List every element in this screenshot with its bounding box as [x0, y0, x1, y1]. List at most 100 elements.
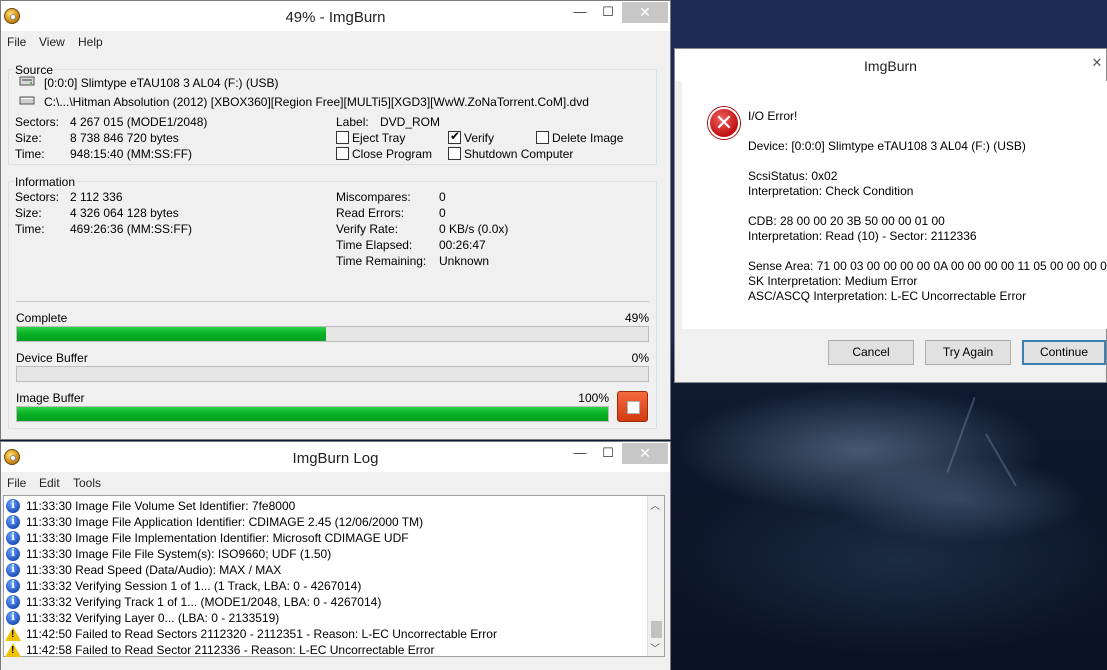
background-detail	[985, 433, 1017, 487]
shutdown-computer-label[interactable]: Shutdown Computer	[464, 147, 573, 161]
delete-image-label[interactable]: Delete Image	[552, 131, 623, 145]
read-errors-value: 0	[439, 206, 446, 220]
log-menu-edit[interactable]: Edit	[39, 476, 60, 490]
menu-file[interactable]: File	[7, 35, 26, 49]
dialog-title: ImgBurn	[864, 58, 917, 74]
close-program-label[interactable]: Close Program	[352, 147, 432, 161]
close-icon[interactable]: ✕	[1087, 53, 1107, 74]
verify-checkbox[interactable]	[448, 129, 461, 144]
device-buffer-percent: 0%	[631, 351, 649, 365]
complete-progress-fill	[17, 327, 327, 341]
close-icon[interactable]: ✕	[622, 2, 668, 23]
device-buffer-label: Device Buffer	[16, 351, 88, 365]
log-titlebar[interactable]: ImgBurn Log — ☐ ✕	[1, 442, 670, 472]
cancel-button[interactable]: Cancel	[828, 340, 914, 365]
log-entry[interactable]: i 11:33:30 Read Speed (Data/Audio): MAX /…	[4, 562, 644, 578]
dialog-titlebar[interactable]: ImgBurn ✕	[675, 49, 1106, 81]
log-entry-text: 11:42:58 Failed to Read Sector 2112336 -…	[26, 643, 435, 657]
image-buffer-bar	[16, 406, 609, 422]
dialog-heading: I/O Error!	[748, 109, 798, 123]
source-size-label: Size:	[15, 131, 42, 145]
info-size-label: Size:	[15, 206, 42, 220]
source-time-value: 948:15:40 (MM:SS:FF)	[70, 147, 193, 161]
log-entry[interactable]: i 11:33:30 Image File Implementation Iden…	[4, 530, 644, 546]
complete-percent: 49%	[624, 311, 649, 325]
dialog-device: Device: [0:0:0] Slimtype eTAU108 3 AL04 …	[748, 139, 1026, 153]
info-time-label: Time:	[15, 222, 45, 236]
menu-help[interactable]: Help	[78, 35, 103, 49]
log-entry[interactable]: i 11:33:32 Verifying Session 1 of 1... (1…	[4, 578, 644, 594]
log-entry[interactable]: i 11:33:30 Image File File System(s): ISO…	[4, 546, 644, 562]
log-entry-text: 11:42:50 Failed to Read Sectors 2112320 …	[26, 627, 497, 641]
source-size-value: 8 738 846 720 bytes	[70, 131, 179, 145]
continue-button[interactable]: Continue	[1022, 340, 1106, 365]
information-group: Information Sectors: 2 112 336 Size: 4 3…	[8, 175, 657, 429]
log-entry[interactable]: i 11:33:32 Verifying Layer 0... (LBA: 0 -…	[4, 610, 644, 626]
log-entry[interactable]: i 11:33:30 Image File Volume Set Identifi…	[4, 498, 644, 514]
log-entry[interactable]: ! 11:42:58 Failed to Read Sector 2112336 …	[4, 642, 644, 658]
close-program-checkbox[interactable]	[336, 147, 349, 160]
delete-image-checkbox[interactable]	[536, 131, 549, 144]
dialog-interpretation-2: Interpretation: Read (10) - Sector: 2112…	[748, 229, 977, 243]
log-client-area: i 11:33:30 Image File Volume Set Identifi…	[1, 494, 670, 670]
scroll-thumb[interactable]	[651, 621, 662, 638]
dialog-asc-interpretation: ASC/ASCQ Interpretation: L-EC Uncorrecta…	[748, 289, 1027, 303]
info-sectors-label: Sectors:	[15, 190, 60, 204]
shutdown-computer-checkbox[interactable]	[448, 147, 461, 160]
maximize-icon[interactable]: ☐	[594, 2, 622, 23]
source-group: Source [0:0:0] Slimtype eTAU108 3 AL04 (…	[8, 63, 657, 165]
info-icon: i	[6, 611, 20, 625]
eject-tray-label[interactable]: Eject Tray	[352, 131, 405, 145]
stop-button[interactable]	[617, 391, 648, 422]
image-buffer-fill	[17, 407, 608, 421]
device-buffer-bar	[16, 366, 649, 382]
image-buffer-percent: 100%	[578, 391, 609, 405]
info-icon: i	[6, 579, 20, 593]
info-size-value: 4 326 064 128 bytes	[70, 206, 179, 220]
scroll-up-icon[interactable]: ︿	[650, 497, 660, 512]
info-time-value: 469:26:36 (MM:SS:FF)	[70, 222, 193, 236]
log-entry-text: 11:33:32 Verifying Track 1 of 1... (MODE…	[26, 595, 382, 609]
log-entry[interactable]: i 11:33:32 Verifying Track 1 of 1... (MOD…	[4, 594, 644, 610]
log-menu-tools[interactable]: Tools	[73, 476, 101, 490]
scroll-down-icon[interactable]: ﹀	[650, 640, 660, 655]
dialog-message-area: ✕ I/O Error! Device: [0:0:0] Slimtype eT…	[682, 81, 1107, 329]
info-icon: i	[6, 515, 20, 529]
information-legend: Information	[14, 175, 77, 189]
info-icon: i	[6, 595, 20, 609]
log-menu-file[interactable]: File	[7, 476, 26, 490]
log-entry-text: 11:33:32 Verifying Layer 0... (LBA: 0 - …	[26, 611, 280, 625]
log-list[interactable]: i 11:33:30 Image File Volume Set Identifi…	[3, 495, 665, 657]
dialog-interpretation-1: Interpretation: Check Condition	[748, 184, 914, 198]
complete-label: Complete	[16, 311, 68, 325]
warning-icon: !	[5, 627, 21, 641]
close-icon[interactable]: ✕	[622, 443, 668, 464]
dialog-sense-area: Sense Area: 71 00 03 00 00 00 00 0A 00 0…	[748, 259, 1107, 273]
time-elapsed-value: 00:26:47	[439, 238, 486, 252]
maximize-icon[interactable]: ☐	[594, 443, 622, 464]
info-sectors-value: 2 112 336	[70, 190, 123, 204]
main-titlebar[interactable]: 49% - ImgBurn — ☐ ✕	[1, 1, 670, 31]
menu-view[interactable]: View	[39, 35, 65, 49]
dialog-sk-interpretation: SK Interpretation: Medium Error	[748, 274, 918, 288]
warning-icon: !	[5, 643, 21, 657]
minimize-icon[interactable]: —	[566, 443, 594, 464]
try-again-button[interactable]: Try Again	[925, 340, 1011, 365]
image-file-icon	[19, 96, 35, 105]
background-detail	[946, 397, 976, 473]
complete-progress-bar	[16, 326, 649, 342]
read-errors-label: Read Errors:	[336, 206, 405, 220]
verify-label[interactable]: Verify	[464, 131, 494, 145]
log-entry-text: 11:33:30 Image File Volume Set Identifie…	[26, 499, 296, 513]
source-device[interactable]: [0:0:0] Slimtype eTAU108 3 AL04 (F:) (US…	[44, 76, 279, 90]
log-entry[interactable]: ! 11:42:50 Failed to Read Sectors 2112320…	[4, 626, 644, 642]
log-entry[interactable]: i 11:33:30 Image File Application Identif…	[4, 514, 644, 530]
info-icon: i	[6, 499, 20, 513]
log-scrollbar[interactable]: ︿ ﹀	[647, 496, 664, 656]
info-icon: i	[6, 547, 20, 561]
minimize-icon[interactable]: —	[566, 2, 594, 23]
eject-tray-checkbox[interactable]	[336, 131, 349, 144]
dialog-cdb: CDB: 28 00 00 20 3B 50 00 00 01 00	[748, 214, 945, 228]
drive-icon	[19, 76, 35, 86]
verify-rate-label: Verify Rate:	[336, 222, 399, 236]
